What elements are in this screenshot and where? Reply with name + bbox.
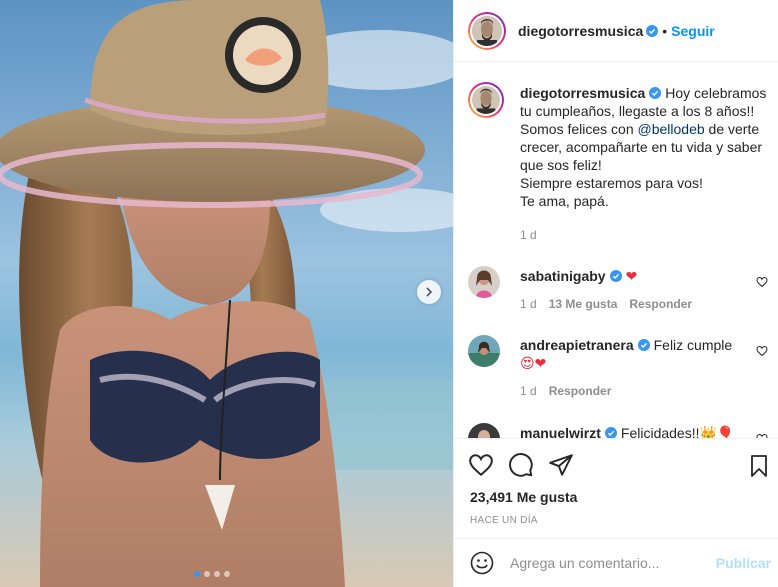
comment-icon[interactable] — [508, 452, 534, 478]
comment-username[interactable]: sabatinigaby — [520, 268, 606, 284]
carousel-dot — [214, 571, 220, 577]
verified-icon — [649, 87, 662, 99]
caption-time[interactable]: 1 d — [520, 228, 537, 242]
comment-time[interactable]: 1 d — [520, 297, 537, 311]
author-username[interactable]: diegotorresmusica — [518, 23, 643, 39]
share-icon[interactable] — [548, 452, 574, 478]
heart-icon[interactable] — [468, 452, 494, 478]
verified-icon — [637, 339, 650, 351]
comment-content: Felicidades!! — [620, 425, 700, 438]
comment-username[interactable]: andreapietranera — [520, 337, 634, 353]
comment-avatar[interactable] — [468, 266, 500, 298]
action-icons — [454, 439, 778, 491]
verified-icon — [609, 270, 622, 282]
comment-time[interactable]: 1 d — [520, 384, 537, 398]
post-timestamp[interactable]: HACE UN DÍA — [470, 515, 538, 526]
comment-emoji: ❤ — [625, 268, 638, 284]
bookmark-icon[interactable] — [747, 454, 771, 478]
avatar-image — [472, 86, 500, 114]
carousel-indicator — [194, 571, 230, 577]
carousel-dot — [224, 571, 230, 577]
caption-line: de verte — [708, 121, 760, 137]
emoji-icon[interactable] — [470, 551, 494, 575]
caption-row: diegotorresmusica Hoy celebramos tu cumpl… — [468, 82, 768, 242]
comment-meta: 1 d Responder — [520, 384, 768, 398]
reply-button[interactable]: Responder — [549, 384, 612, 398]
caption-meta: 1 d — [520, 228, 768, 242]
header-separator: • — [662, 22, 668, 39]
comments-list[interactable]: diegotorresmusica Hoy celebramos tu cumpl… — [454, 62, 778, 438]
caption-line: Hoy celebramos — [665, 85, 767, 101]
like-comment-heart-icon[interactable] — [756, 345, 768, 357]
photo-image — [0, 0, 453, 587]
comment-emoji: 👑🎈 — [699, 425, 735, 438]
post-header: diegotorresmusica • Seguir — [454, 0, 778, 62]
author-avatar[interactable] — [468, 11, 506, 50]
caption-username[interactable]: diegotorresmusica — [520, 85, 645, 101]
comment-content: Feliz cumple — [653, 337, 733, 353]
verified-icon — [604, 427, 617, 438]
publish-button[interactable]: Publicar — [716, 555, 771, 571]
comment-text: manuelwirzt Felicidades!!👑🎈 — [520, 423, 768, 438]
caption-line: tu cumpleaños, llegaste a los 8 años!! — [520, 103, 755, 119]
like-comment-heart-icon[interactable] — [756, 276, 768, 288]
caption-avatar[interactable] — [468, 82, 504, 118]
mention-link[interactable]: @bellodeb — [638, 121, 705, 137]
post-photo[interactable] — [0, 0, 453, 587]
comment-row: andreapietranera Feliz cumple 😍❤ 1 d Resp… — [468, 335, 768, 398]
avatar-image — [468, 423, 500, 438]
avatar-image — [468, 335, 500, 367]
verified-icon — [646, 24, 659, 37]
caption-line: Te ama, papá. — [520, 193, 609, 209]
post-side-panel: diegotorresmusica • Seguir diegotorresmu… — [453, 0, 778, 587]
post-actions: 23,491 Me gusta HACE UN DÍA — [454, 438, 778, 526]
comment-avatar[interactable] — [468, 423, 500, 438]
reply-button[interactable]: Responder — [629, 297, 692, 311]
comment-likes[interactable]: 13 Me gusta — [549, 297, 618, 311]
comment-avatar[interactable] — [468, 335, 500, 367]
comment-input[interactable] — [510, 555, 710, 571]
comment-text: sabatinigaby ❤ — [520, 266, 768, 285]
comment-composer: Publicar — [454, 538, 778, 587]
carousel-dot — [194, 571, 200, 577]
caption-text: diegotorresmusica Hoy celebramos tu cumpl… — [520, 84, 768, 210]
comment-emoji: 😍❤ — [520, 355, 547, 371]
caption-line: Siempre estaremos para vos! — [520, 175, 703, 191]
comment-row: sabatinigaby ❤ 1 d 13 Me gusta Responder — [468, 266, 768, 311]
comment-meta: 1 d 13 Me gusta Responder — [520, 297, 768, 311]
carousel-dot — [204, 571, 210, 577]
follow-button[interactable]: Seguir — [671, 23, 715, 39]
chevron-right-icon — [426, 287, 433, 297]
post-modal: diegotorresmusica • Seguir diegotorresmu… — [0, 0, 778, 587]
comment-username[interactable]: manuelwirzt — [520, 425, 601, 438]
avatar-image — [468, 266, 500, 298]
comment-row: manuelwirzt Felicidades!!👑🎈 — [468, 423, 768, 438]
comment-text: andreapietranera Feliz cumple 😍❤ — [520, 335, 768, 372]
like-count[interactable]: 23,491 Me gusta — [470, 489, 577, 505]
caption-line: crecer, acompañarte en tu vida y saber — [520, 139, 763, 155]
avatar-image — [472, 15, 502, 46]
next-photo-button[interactable] — [417, 280, 441, 304]
caption-line: que sos feliz! — [520, 157, 602, 173]
caption-line: Somos felices con — [520, 121, 634, 137]
